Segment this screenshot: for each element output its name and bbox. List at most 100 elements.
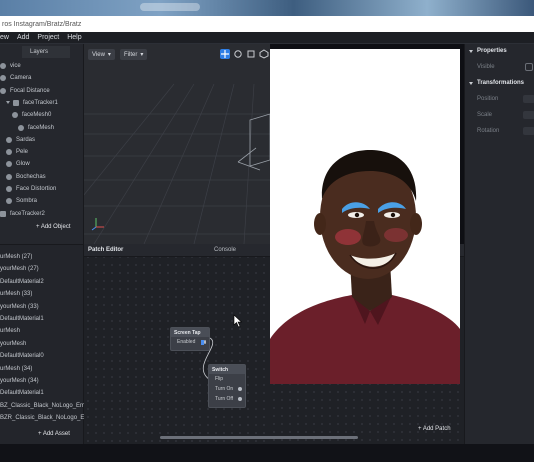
output-port[interactable] bbox=[203, 340, 206, 344]
title-bar: ros Instagram/Bratz/Bratz bbox=[0, 16, 534, 32]
asset-item[interactable]: DefaultMaterial0 bbox=[0, 350, 44, 362]
scale-label: Scale bbox=[477, 112, 493, 118]
mouse-cursor-icon bbox=[233, 314, 243, 328]
asset-item[interactable]: yourMesh (33) bbox=[0, 301, 39, 313]
menu-view[interactable]: ew bbox=[0, 34, 9, 41]
visible-label: Visible bbox=[477, 64, 495, 70]
input-port[interactable] bbox=[238, 397, 242, 401]
scene-item-label: Focal Distance bbox=[10, 87, 50, 94]
scene-item-label: faceMesh0 bbox=[22, 112, 52, 119]
scene-item[interactable]: faceMesh0 bbox=[0, 109, 51, 121]
scene-item-label: faceMesh bbox=[28, 124, 55, 131]
scene-item-label: Face Distortion bbox=[16, 186, 57, 192]
rotation-field[interactable] bbox=[523, 127, 534, 135]
face-tracker-icon bbox=[0, 210, 6, 217]
asset-item[interactable]: urMesh (27) bbox=[0, 251, 32, 263]
person-photo bbox=[270, 49, 460, 384]
scene-item-label: Pele bbox=[16, 149, 29, 156]
expand-arrow-icon[interactable] bbox=[6, 101, 10, 105]
rotation-label: Rotation bbox=[477, 128, 500, 134]
properties-title: Properties bbox=[477, 48, 507, 54]
menu-add[interactable]: Add bbox=[17, 34, 29, 41]
asset-item[interactable]: urMesh bbox=[0, 325, 20, 337]
mesh-icon bbox=[6, 136, 12, 143]
asset-item[interactable]: urMesh (34) bbox=[0, 363, 32, 375]
taskbar bbox=[0, 444, 534, 462]
camera-icon bbox=[0, 75, 6, 82]
window-title: ros Instagram/Bratz/Bratz bbox=[2, 20, 82, 28]
device-icon bbox=[0, 63, 6, 69]
asset-item[interactable]: BZ_Classic_Black_NoLogo_Em... bbox=[0, 400, 90, 412]
scene-item[interactable]: Sombra bbox=[0, 195, 37, 207]
asset-item[interactable]: DefaultMaterial2 bbox=[0, 276, 44, 288]
asset-item[interactable]: yourMesh (27) bbox=[0, 263, 39, 275]
patch-editor-title[interactable]: Patch Editor bbox=[88, 247, 123, 253]
visible-checkbox[interactable] bbox=[525, 63, 533, 71]
scene-item[interactable]: Pele bbox=[0, 146, 28, 158]
screen-tap-patch[interactable]: Screen Tap Enabled bbox=[170, 327, 210, 351]
scene-item[interactable]: faceTracker1 bbox=[0, 97, 58, 109]
scene-item-label: Sombra bbox=[16, 198, 38, 205]
scene-item[interactable]: Camera bbox=[0, 72, 31, 84]
desktop-wallpaper bbox=[0, 0, 534, 16]
switch-turn-on-row: Turn On bbox=[209, 384, 245, 394]
menu-project[interactable]: Project bbox=[37, 34, 59, 41]
mesh-icon bbox=[6, 149, 12, 156]
turn-on-label: Turn On bbox=[215, 386, 234, 392]
viewport[interactable]: View ▾ Filter ▾ bbox=[84, 44, 270, 244]
switch-patch[interactable]: Switch Flip Turn On Turn Off bbox=[208, 364, 246, 408]
scene-item-label: vice bbox=[10, 63, 21, 69]
add-asset-button[interactable]: + Add Asset bbox=[38, 431, 70, 437]
asset-item[interactable]: yourMesh (34) bbox=[0, 375, 39, 387]
scene-item[interactable]: faceMesh bbox=[0, 122, 54, 134]
properties-header[interactable]: Properties bbox=[469, 48, 507, 54]
scene-item[interactable]: faceTracker2 bbox=[0, 208, 45, 220]
collapse-arrow-icon bbox=[469, 49, 473, 53]
add-object-button[interactable]: + Add Object bbox=[36, 224, 71, 230]
mesh-icon bbox=[6, 161, 12, 168]
scene-item[interactable]: Focal Distance bbox=[0, 85, 50, 97]
transformations-header[interactable]: Transformations bbox=[469, 80, 524, 86]
menu-bar: ew Add Project Help bbox=[0, 32, 534, 44]
menu-help[interactable]: Help bbox=[67, 34, 81, 41]
screen-tap-enabled-row: Enabled bbox=[171, 337, 209, 347]
focal-distance-icon bbox=[0, 87, 6, 94]
input-port[interactable] bbox=[238, 387, 242, 391]
camera-preview bbox=[270, 49, 460, 384]
enabled-label: Enabled bbox=[177, 339, 196, 345]
position-label: Position bbox=[477, 96, 499, 102]
scene-item-label: faceTracker1 bbox=[23, 99, 58, 106]
scene-item[interactable]: vice bbox=[0, 60, 21, 72]
mesh-icon bbox=[6, 186, 12, 192]
add-patch-button[interactable]: + Add Patch bbox=[418, 426, 451, 432]
tab-console[interactable]: Console bbox=[214, 247, 236, 253]
scene-item[interactable]: Bochechas bbox=[0, 171, 46, 183]
flip-label: Flip bbox=[215, 376, 224, 382]
asset-item[interactable]: DefaultMaterial1 bbox=[0, 387, 44, 399]
asset-item[interactable]: BZR_Classic_Black_NoLogo_E... bbox=[0, 412, 89, 424]
scene-item[interactable]: Face Distortion bbox=[0, 183, 56, 195]
transformations-title: Transformations bbox=[477, 80, 525, 86]
asset-item[interactable]: urMesh (33) bbox=[0, 288, 32, 300]
horizontal-scrollbar[interactable] bbox=[160, 436, 358, 439]
viewport-grid bbox=[84, 83, 270, 244]
scene-item-label: Camera bbox=[10, 75, 32, 82]
screen-tap-title: Screen Tap bbox=[171, 328, 209, 337]
face-mesh-icon bbox=[18, 124, 24, 131]
switch-title: Switch bbox=[209, 365, 245, 374]
collapse-arrow-icon bbox=[469, 81, 473, 85]
mesh-icon bbox=[6, 173, 12, 180]
scene-item-label: faceTracker2 bbox=[10, 210, 45, 217]
face-tracker-icon bbox=[13, 99, 19, 106]
scene-item[interactable]: Sardas bbox=[0, 134, 35, 146]
asset-item[interactable]: DefaultMaterial1 bbox=[0, 313, 44, 325]
tab-layers[interactable]: Layers bbox=[22, 46, 70, 58]
mesh-icon bbox=[6, 198, 12, 205]
position-field[interactable] bbox=[523, 95, 534, 103]
properties-panel: Properties Visible Transformations Posit… bbox=[464, 44, 534, 444]
scale-field[interactable] bbox=[523, 111, 534, 119]
scene-item[interactable]: Glow bbox=[0, 158, 30, 170]
turn-off-label: Turn Off bbox=[215, 396, 234, 402]
asset-item[interactable]: yourMesh bbox=[0, 338, 26, 350]
scene-item-label: Glow bbox=[16, 161, 30, 168]
